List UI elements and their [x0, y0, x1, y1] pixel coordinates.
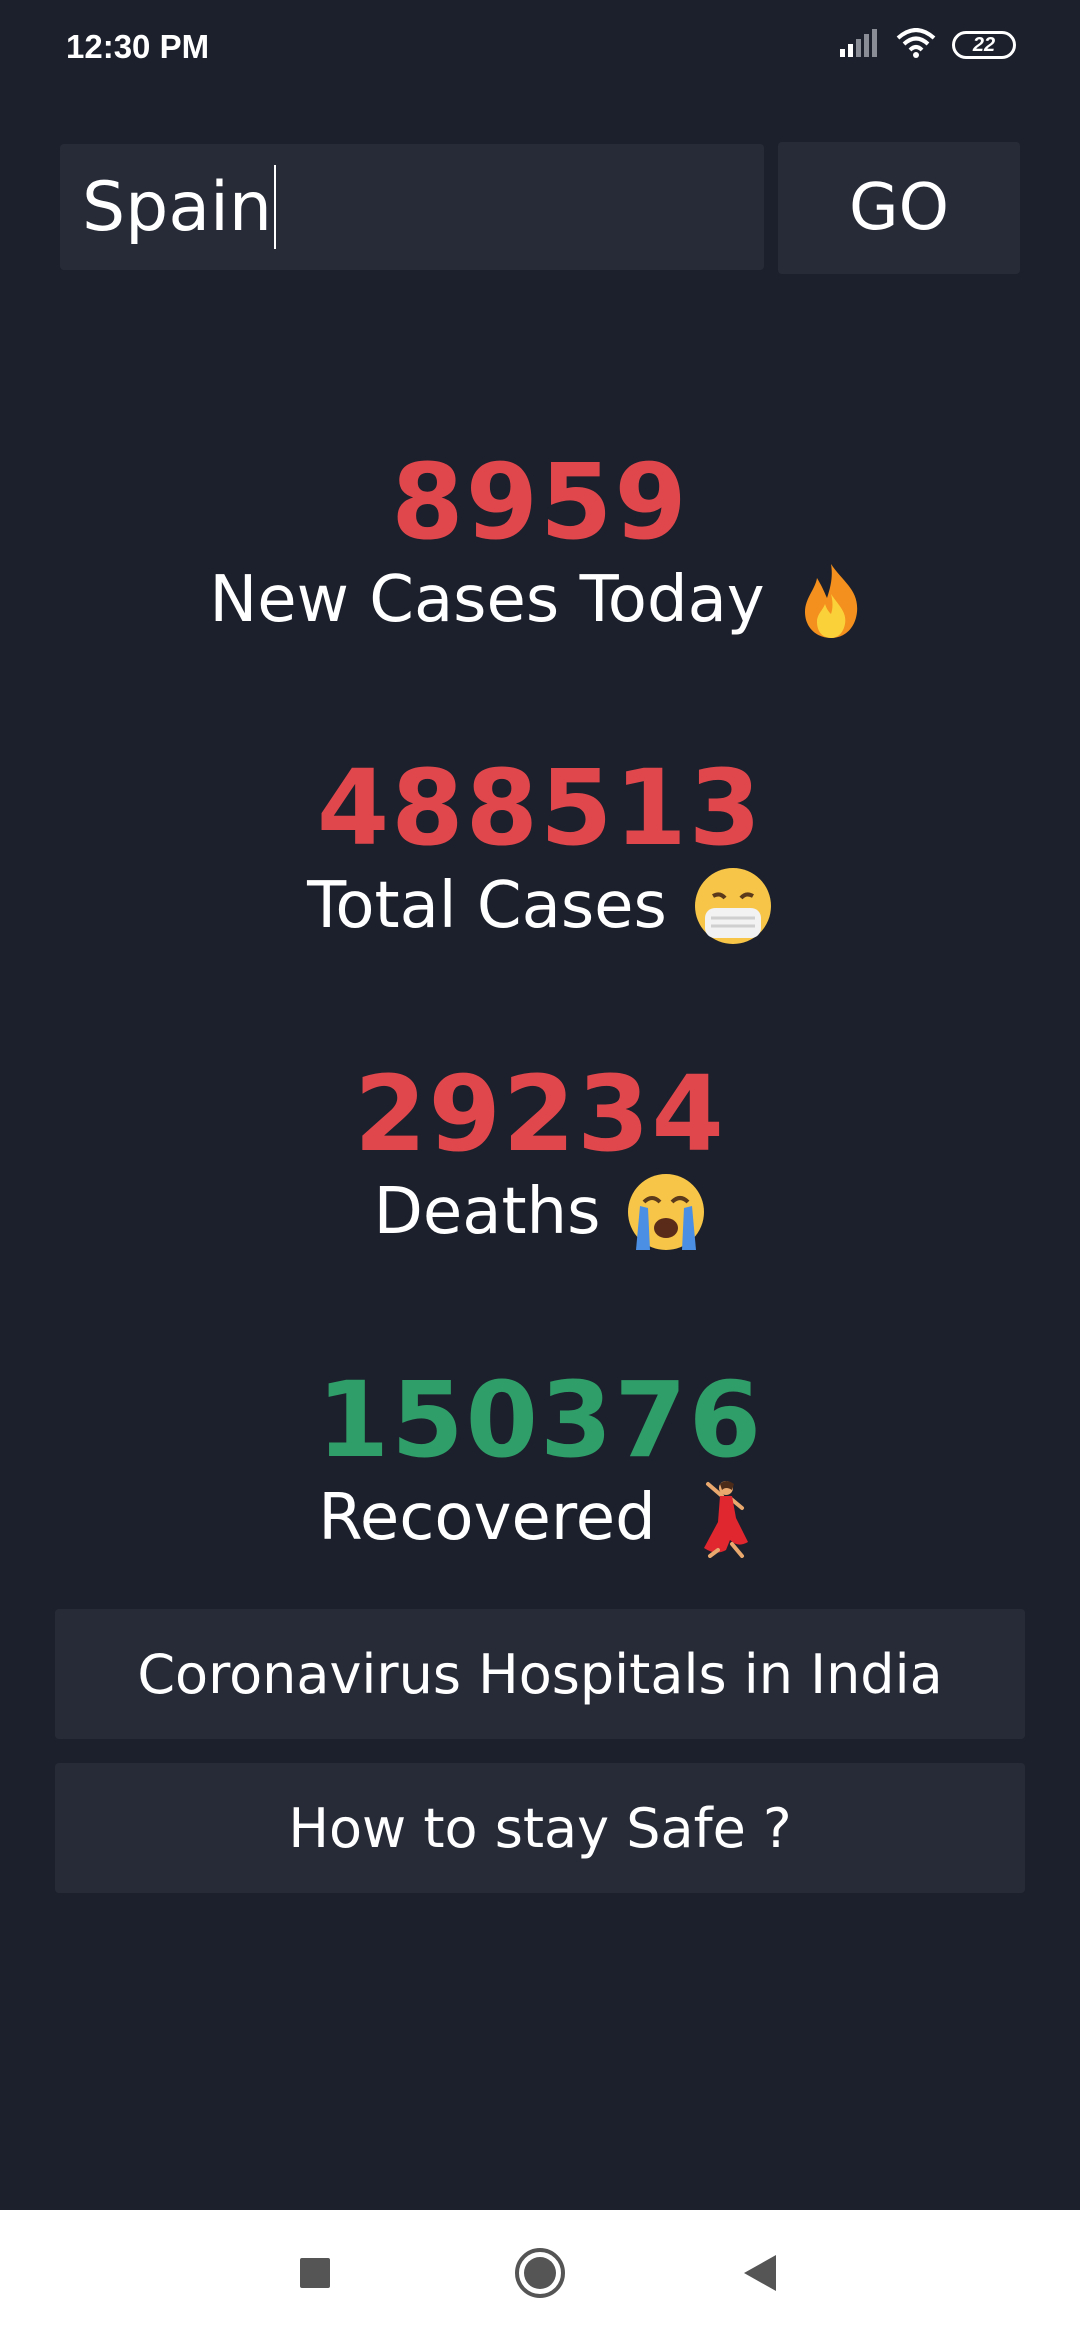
total-cases-value: 488513: [316, 747, 764, 869]
recents-button[interactable]: [255, 2210, 375, 2340]
recovered-value: 150376: [316, 1359, 764, 1481]
battery-icon: 22: [952, 31, 1016, 59]
crying-face-icon: [626, 1172, 706, 1252]
home-button[interactable]: [480, 2210, 600, 2340]
search-row: Spain GO: [60, 142, 1020, 274]
recovered-stat: 150376 Recovered: [0, 1368, 1080, 1558]
deaths-label-row: Deaths: [0, 1172, 1080, 1252]
face-with-mask-icon: [693, 866, 773, 946]
total-cases-label: Total Cases: [307, 868, 667, 943]
status-bar: 12:30 PM 22: [0, 0, 1080, 100]
total-cases-stat: 488513 Total Cases: [0, 756, 1080, 946]
country-search-input[interactable]: Spain: [60, 144, 764, 270]
home-circle-icon: [514, 2247, 566, 2303]
text-caret: [274, 165, 276, 249]
status-time: 12:30 PM: [66, 28, 210, 65]
deaths-stat: 29234 Deaths: [0, 1062, 1080, 1252]
total-cases-label-row: Total Cases: [0, 866, 1080, 946]
dancer-icon: [682, 1478, 762, 1558]
recents-square-icon: [298, 2256, 332, 2294]
stay-safe-button[interactable]: How to stay Safe ?: [55, 1763, 1025, 1893]
new-cases-stat: 8959 New Cases Today: [0, 450, 1080, 640]
navigation-bar: [0, 2210, 1080, 2340]
wifi-icon: [896, 28, 936, 62]
deaths-label: Deaths: [373, 1174, 601, 1249]
battery-level: 22: [972, 33, 996, 56]
hospitals-button[interactable]: Coronavirus Hospitals in India: [55, 1609, 1025, 1739]
signal-icon: [840, 29, 880, 61]
new-cases-value: 8959: [391, 441, 689, 563]
search-input-value: Spain: [82, 167, 272, 247]
fire-icon: [791, 560, 871, 640]
recovered-label: Recovered: [318, 1480, 656, 1555]
deaths-value: 29234: [354, 1053, 726, 1175]
new-cases-label-row: New Cases Today: [0, 560, 1080, 640]
back-button[interactable]: [700, 2210, 820, 2340]
back-triangle-icon: [742, 2253, 778, 2297]
new-cases-label: New Cases Today: [209, 562, 765, 637]
status-icons: 22: [840, 28, 1016, 62]
recovered-label-row: Recovered: [0, 1478, 1080, 1558]
go-button[interactable]: GO: [778, 142, 1020, 274]
